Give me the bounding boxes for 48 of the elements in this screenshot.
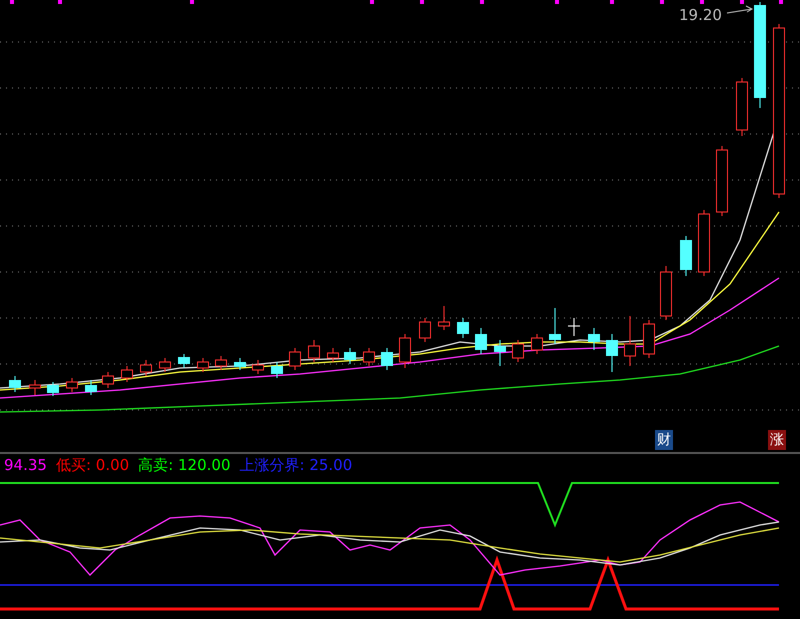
candlestick [512, 340, 524, 362]
candlestick [29, 380, 41, 396]
candlestick [716, 146, 728, 216]
candlestick [588, 328, 600, 350]
candlestick [660, 266, 672, 320]
candlestick [252, 360, 264, 374]
candlestick [457, 318, 469, 338]
price-label: 19.20 [679, 6, 722, 24]
candlestick [438, 306, 450, 330]
candlestick [698, 210, 710, 276]
candlestick [549, 308, 561, 344]
candlestick [363, 348, 375, 366]
indicator-tag: 涨 [768, 430, 786, 450]
legend-text: 高卖: 120.00 [138, 456, 230, 474]
candlestick [568, 318, 580, 336]
candlestick [85, 380, 97, 396]
candlestick [344, 348, 356, 364]
candlestick [289, 348, 301, 370]
candlestick [308, 340, 320, 362]
candlestick [234, 358, 246, 370]
candlestick [606, 334, 618, 372]
candlestick [531, 334, 543, 354]
candlestick [197, 358, 209, 372]
candlestick [419, 318, 431, 342]
candlestick [736, 78, 748, 136]
leader-line [726, 6, 754, 14]
candlestick [399, 334, 411, 368]
candlestick [271, 362, 283, 378]
candlestick [494, 340, 506, 366]
candlestick [66, 378, 78, 392]
candlestick [475, 328, 487, 354]
candlestick [680, 236, 692, 276]
legend-text: 低买: 0.00 [56, 456, 130, 474]
legend-text: 上涨分界: 25.00 [240, 456, 352, 474]
candlestick [624, 316, 636, 366]
candlestick [159, 358, 171, 372]
candlestick [121, 366, 133, 382]
candlestick [9, 376, 21, 392]
candlestick [102, 372, 114, 388]
candlestick [327, 348, 339, 362]
candlestick [47, 382, 59, 396]
legend-text: 94.35 [4, 456, 47, 474]
candlestick [643, 320, 655, 358]
candlestick [140, 360, 152, 376]
candlestick [178, 354, 190, 368]
indicator-tag: 财 [655, 430, 673, 450]
candlestick [381, 348, 393, 370]
candlestick [215, 356, 227, 370]
